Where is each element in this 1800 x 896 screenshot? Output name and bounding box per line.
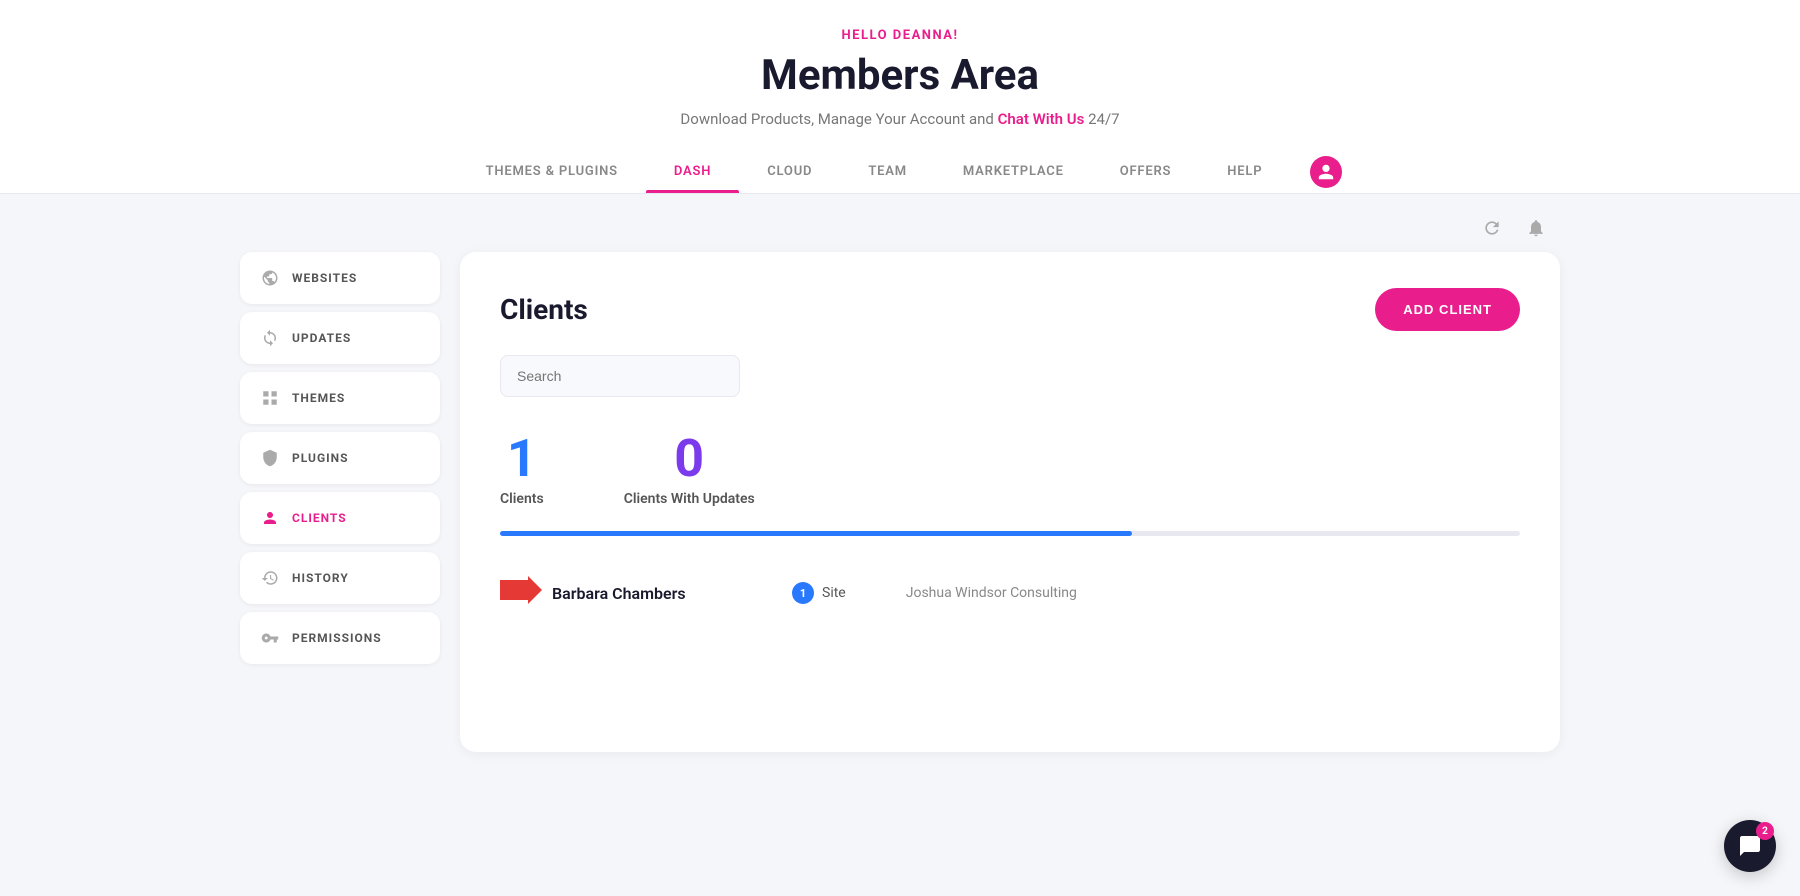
main-nav: THEMES & PLUGINS DASH CLOUD TEAM MARKETP… bbox=[0, 150, 1800, 193]
page-title: Members Area bbox=[0, 51, 1800, 100]
plugins-icon bbox=[260, 448, 280, 468]
sidebar-item-clients[interactable]: CLIENTS bbox=[240, 492, 440, 544]
arrow-indicator bbox=[500, 576, 542, 611]
stat-clients-updates: 0 Clients With Updates bbox=[624, 433, 755, 507]
nav-offers[interactable]: OFFERS bbox=[1092, 150, 1200, 193]
nav-dash[interactable]: DASH bbox=[646, 150, 739, 193]
sidebar: WEBSITES UPDATES THEMES PLUGINS bbox=[240, 252, 440, 664]
bell-icon[interactable] bbox=[1522, 214, 1550, 242]
sidebar-label-updates: UPDATES bbox=[292, 331, 351, 345]
main-layout: WEBSITES UPDATES THEMES PLUGINS bbox=[240, 252, 1560, 752]
sidebar-label-permissions: PERMISSIONS bbox=[292, 631, 382, 645]
refresh-icon[interactable] bbox=[1478, 214, 1506, 242]
site-count-badge: 1 bbox=[792, 582, 814, 604]
sidebar-label-websites: WEBSITES bbox=[292, 271, 357, 285]
site-label: Site bbox=[822, 585, 846, 601]
sidebar-label-clients: CLIENTS bbox=[292, 511, 347, 525]
progress-bar-fill bbox=[500, 531, 1132, 536]
sidebar-label-themes: THEMES bbox=[292, 391, 345, 405]
sidebar-item-permissions[interactable]: PERMISSIONS bbox=[240, 612, 440, 664]
subtitle: Download Products, Manage Your Account a… bbox=[0, 110, 1800, 128]
clients-updates-label: Clients With Updates bbox=[624, 491, 755, 507]
clients-icon bbox=[260, 508, 280, 528]
progress-bar-background bbox=[500, 531, 1520, 536]
clients-updates-value: 0 bbox=[624, 433, 755, 485]
nav-team[interactable]: TEAM bbox=[840, 150, 935, 193]
chat-link[interactable]: Chat With Us bbox=[998, 110, 1085, 128]
top-bar bbox=[240, 214, 1560, 242]
nav-marketplace[interactable]: MARKETPLACE bbox=[935, 150, 1092, 193]
client-name: Barbara Chambers bbox=[552, 584, 752, 603]
page-header: HELLO DEANNA! Members Area Download Prod… bbox=[0, 0, 1800, 194]
client-row[interactable]: Barbara Chambers 1 Site Joshua Windsor C… bbox=[552, 564, 1520, 622]
permissions-icon bbox=[260, 628, 280, 648]
sidebar-item-websites[interactable]: WEBSITES bbox=[240, 252, 440, 304]
updates-icon bbox=[260, 328, 280, 348]
search-input[interactable] bbox=[500, 355, 740, 397]
nav-help[interactable]: HELP bbox=[1199, 150, 1290, 193]
card-title: Clients bbox=[500, 293, 588, 326]
globe-icon bbox=[260, 268, 280, 288]
stat-clients: 1 Clients bbox=[500, 433, 544, 507]
clients-card: Clients ADD CLIENT 1 Clients 0 Clients W… bbox=[460, 252, 1560, 752]
nav-cloud[interactable]: CLOUD bbox=[739, 150, 840, 193]
content-wrapper: WEBSITES UPDATES THEMES PLUGINS bbox=[200, 194, 1600, 772]
history-icon bbox=[260, 568, 280, 588]
chat-badge: 2 bbox=[1756, 822, 1774, 840]
add-client-button[interactable]: ADD CLIENT bbox=[1375, 288, 1520, 331]
clients-count-value: 1 bbox=[500, 433, 544, 485]
themes-icon bbox=[260, 388, 280, 408]
chat-bubble[interactable]: 2 bbox=[1724, 820, 1776, 872]
client-row-wrapper: Barbara Chambers 1 Site Joshua Windsor C… bbox=[500, 564, 1520, 622]
client-site-badge: 1 Site bbox=[792, 582, 846, 604]
stats-row: 1 Clients 0 Clients With Updates bbox=[500, 433, 1520, 507]
user-avatar[interactable] bbox=[1310, 156, 1342, 188]
sidebar-label-plugins: PLUGINS bbox=[292, 451, 348, 465]
sidebar-item-history[interactable]: HISTORY bbox=[240, 552, 440, 604]
sidebar-item-themes[interactable]: THEMES bbox=[240, 372, 440, 424]
sidebar-label-history: HISTORY bbox=[292, 571, 349, 585]
subtitle-before: Download Products, Manage Your Account a… bbox=[680, 110, 997, 128]
subtitle-after: 24/7 bbox=[1084, 110, 1119, 128]
greeting-text: HELLO DEANNA! bbox=[0, 28, 1800, 43]
clients-count-label: Clients bbox=[500, 491, 544, 507]
sidebar-item-plugins[interactable]: PLUGINS bbox=[240, 432, 440, 484]
client-company: Joshua Windsor Consulting bbox=[906, 585, 1077, 601]
sidebar-item-updates[interactable]: UPDATES bbox=[240, 312, 440, 364]
nav-themes-plugins[interactable]: THEMES & PLUGINS bbox=[458, 150, 646, 193]
card-header: Clients ADD CLIENT bbox=[500, 288, 1520, 331]
